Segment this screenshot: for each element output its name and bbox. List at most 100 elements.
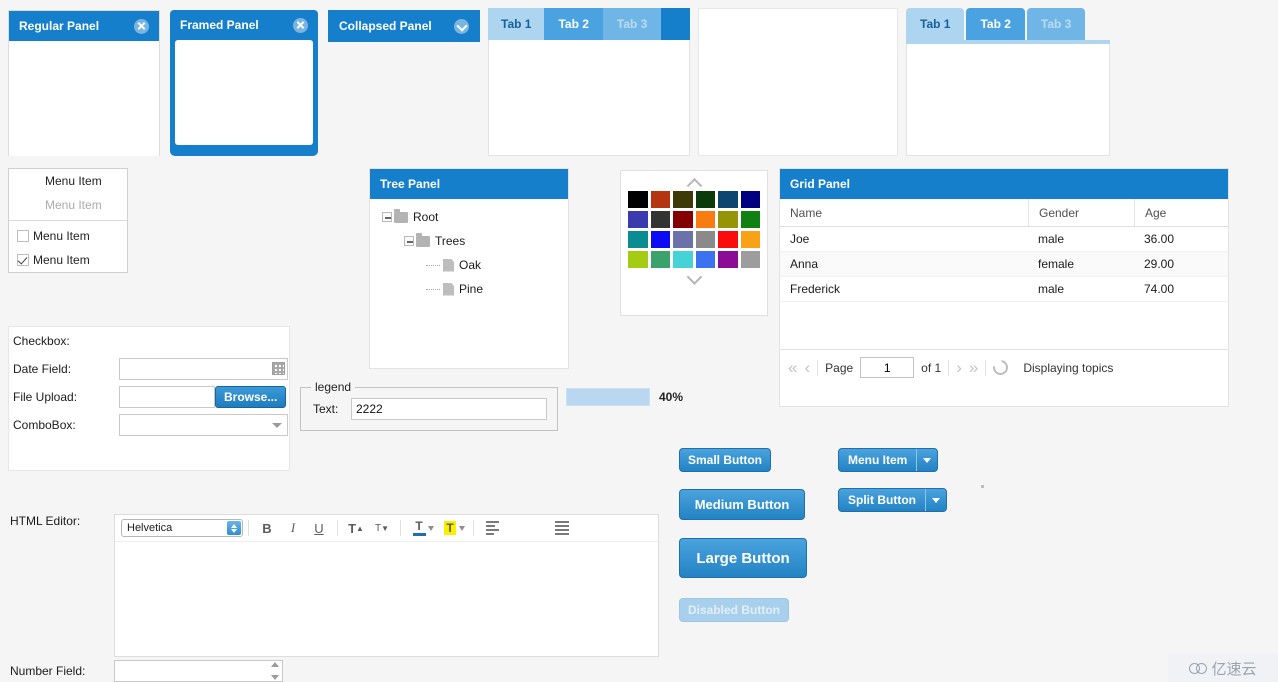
spinner-icon[interactable]: [269, 662, 280, 680]
split-button[interactable]: Split Button: [838, 488, 947, 512]
next-page-button[interactable]: ›: [956, 359, 962, 376]
chevron-down-icon[interactable]: [621, 268, 767, 288]
checkbox-checked-icon[interactable]: [17, 254, 29, 266]
caret-down-icon[interactable]: [917, 449, 937, 471]
color-swatch[interactable]: [718, 211, 738, 228]
chevron-down-icon[interactable]: [454, 18, 469, 34]
table-row[interactable]: Frederick male 74.00: [780, 277, 1228, 302]
chevron-down-icon[interactable]: [272, 423, 282, 428]
table-row[interactable]: Joe male 36.00: [780, 227, 1228, 252]
align-left-icon[interactable]: [479, 517, 505, 539]
color-swatch[interactable]: [740, 191, 760, 208]
close-icon[interactable]: [293, 17, 308, 33]
color-swatch[interactable]: [628, 211, 648, 228]
tab-2[interactable]: Tab 2: [544, 8, 603, 40]
collapsed-panel-title: Collapsed Panel: [339, 19, 432, 33]
regular-panel-header: Regular Panel: [9, 11, 159, 41]
color-swatch[interactable]: [718, 231, 738, 248]
checkbox-icon[interactable]: [17, 230, 29, 242]
highlight-color-chevron-down-icon[interactable]: [459, 525, 465, 531]
number-field-input[interactable]: [114, 660, 283, 682]
date-field-input[interactable]: [119, 358, 288, 380]
color-swatch[interactable]: [673, 211, 693, 228]
menu-item-button-label[interactable]: Menu Item: [839, 449, 916, 471]
color-swatch[interactable]: [695, 191, 715, 208]
first-page-button[interactable]: «: [788, 359, 797, 376]
grid-header-row: Name Gender Age: [780, 199, 1228, 227]
collapse-expander-icon[interactable]: [404, 236, 414, 246]
color-swatch[interactable]: [650, 191, 670, 208]
color-swatch[interactable]: [695, 211, 715, 228]
file-upload-input[interactable]: [119, 386, 215, 408]
menu-item-4[interactable]: Menu Item: [9, 248, 127, 272]
color-swatch[interactable]: [695, 231, 715, 248]
menu-item-split-button[interactable]: Menu Item: [838, 448, 939, 472]
color-picker: [620, 170, 768, 316]
font-color-chevron-down-icon[interactable]: [428, 525, 434, 531]
font-family-select[interactable]: Helvetica: [121, 519, 243, 537]
color-swatch[interactable]: [673, 191, 693, 208]
page-number-input[interactable]: [860, 357, 915, 378]
tree-node-oak[interactable]: Oak: [370, 253, 568, 277]
color-swatch[interactable]: [695, 251, 715, 268]
text-field-label: Text:: [313, 402, 339, 416]
color-swatch[interactable]: [628, 251, 648, 268]
tab-panel-1: Tab 1 Tab 2 Tab 3: [488, 8, 690, 156]
grid-panel-header: Grid Panel: [780, 169, 1228, 199]
tree-panel-body: Root Trees Oak Pine: [370, 199, 568, 301]
calendar-icon[interactable]: [272, 362, 285, 375]
select-spinner-icon[interactable]: [227, 521, 241, 535]
table-row[interactable]: Anna female 29.00: [780, 252, 1228, 277]
prev-page-button[interactable]: ‹: [804, 359, 810, 376]
cell-age: 29.00: [1144, 257, 1175, 271]
column-header-name[interactable]: Name: [780, 199, 1028, 226]
medium-button[interactable]: Medium Button: [679, 489, 805, 520]
split-button-label[interactable]: Split Button: [839, 489, 925, 511]
toolbar-separator: [473, 520, 474, 536]
tab-1[interactable]: Tab 1: [906, 8, 965, 40]
chevron-up-icon[interactable]: [621, 171, 767, 194]
tree-node-pine[interactable]: Pine: [370, 277, 568, 301]
increase-font-size-icon[interactable]: T ▲: [343, 517, 369, 539]
color-swatch[interactable]: [673, 231, 693, 248]
color-swatch[interactable]: [650, 231, 670, 248]
html-editor: Helvetica B I U T ▲ T ▼ T T: [114, 514, 659, 657]
caret-down-icon[interactable]: [926, 489, 946, 511]
browse-button[interactable]: Browse...: [215, 386, 287, 408]
unordered-list-icon[interactable]: [549, 517, 575, 539]
color-swatch[interactable]: [650, 211, 670, 228]
underline-icon[interactable]: U: [306, 517, 332, 539]
color-swatch[interactable]: [740, 251, 760, 268]
large-button[interactable]: Large Button: [679, 538, 807, 578]
tree-connector: [426, 264, 440, 266]
color-swatch[interactable]: [740, 211, 760, 228]
tab-1[interactable]: Tab 1: [488, 8, 545, 40]
color-swatch[interactable]: [740, 231, 760, 248]
column-header-age[interactable]: Age: [1134, 199, 1228, 226]
color-swatch[interactable]: [650, 251, 670, 268]
color-swatch[interactable]: [718, 251, 738, 268]
combobox-input[interactable]: [119, 414, 288, 436]
bold-icon[interactable]: B: [254, 517, 280, 539]
color-swatch[interactable]: [718, 191, 738, 208]
last-page-button[interactable]: »: [969, 359, 978, 376]
refresh-icon[interactable]: [990, 357, 1012, 378]
small-button[interactable]: Small Button: [679, 448, 771, 472]
tree-node-root[interactable]: Root: [370, 205, 568, 229]
color-swatch[interactable]: [628, 191, 648, 208]
menu-item-3[interactable]: Menu Item: [9, 224, 127, 248]
decrease-font-size-icon[interactable]: T ▼: [369, 517, 395, 539]
text-field-input[interactable]: [351, 398, 547, 420]
collapse-expander-icon[interactable]: [382, 212, 392, 222]
close-icon[interactable]: [134, 18, 149, 34]
fieldset-container: legend Text:: [300, 380, 558, 431]
color-swatch[interactable]: [628, 231, 648, 248]
column-header-gender[interactable]: Gender: [1028, 199, 1134, 226]
editor-content-area[interactable]: [115, 542, 658, 656]
color-swatch[interactable]: [673, 251, 693, 268]
tree-node-trees[interactable]: Trees: [370, 229, 568, 253]
collapsed-panel-header[interactable]: Collapsed Panel: [329, 11, 479, 41]
tab-2[interactable]: Tab 2: [966, 8, 1025, 40]
italic-icon[interactable]: I: [280, 517, 306, 539]
menu-item-1[interactable]: Menu Item: [9, 169, 127, 193]
